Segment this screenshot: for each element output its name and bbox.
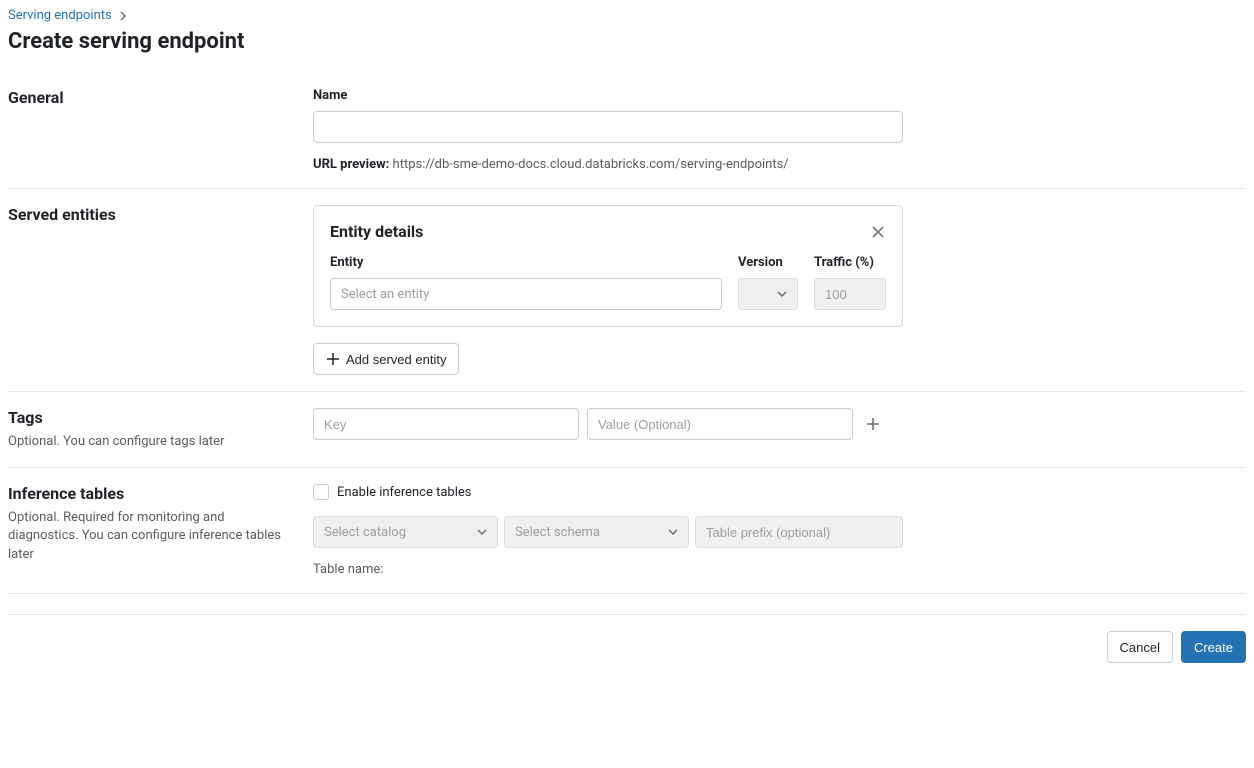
page-title: Create serving endpoint — [8, 29, 1246, 54]
close-entity-button[interactable] — [870, 224, 886, 240]
table-name-label: Table name: — [313, 562, 903, 577]
section-tags: Tags Optional. You can configure tags la… — [8, 392, 1246, 468]
section-heading-inference: Inference tables — [8, 484, 289, 503]
entity-label: Entity — [330, 255, 722, 270]
traffic-input — [814, 278, 886, 310]
section-heading-served-entities: Served entities — [8, 205, 289, 224]
breadcrumb: Serving endpoints — [8, 8, 1246, 23]
create-button[interactable]: Create — [1181, 631, 1246, 663]
traffic-label: Traffic (%) — [814, 255, 886, 270]
inference-subtext: Optional. Required for monitoring and di… — [8, 509, 289, 564]
section-heading-tags: Tags — [8, 408, 289, 427]
add-served-entity-label: Add served entity — [346, 352, 446, 367]
chevron-down-icon — [668, 527, 678, 537]
add-tag-button[interactable] — [861, 412, 885, 436]
chevron-down-icon — [477, 527, 487, 537]
enable-inference-checkbox[interactable] — [313, 484, 329, 500]
tag-value-input[interactable] — [587, 408, 853, 440]
entity-details-card: Entity details Entity Select an entity V… — [313, 205, 903, 327]
breadcrumb-parent-link[interactable]: Serving endpoints — [8, 8, 112, 23]
enable-inference-label: Enable inference tables — [337, 485, 472, 500]
version-label: Version — [738, 255, 798, 270]
url-preview-value: https://db-sme-demo-docs.cloud.databrick… — [393, 157, 789, 172]
entity-select-placeholder: Select an entity — [341, 287, 429, 302]
cancel-button[interactable]: Cancel — [1107, 631, 1173, 663]
chevron-down-icon — [777, 289, 787, 299]
section-general: General Name URL preview: https://db-sme… — [8, 72, 1246, 189]
tags-subtext: Optional. You can configure tags later — [8, 433, 289, 451]
tag-key-input[interactable] — [313, 408, 579, 440]
create-button-label: Create — [1194, 640, 1233, 655]
name-label: Name — [313, 88, 903, 103]
version-select[interactable] — [738, 278, 798, 310]
schema-select-placeholder: Select schema — [515, 525, 600, 540]
entity-select[interactable]: Select an entity — [330, 278, 722, 310]
table-prefix-input — [695, 516, 903, 548]
plus-icon — [326, 352, 340, 366]
schema-select[interactable]: Select schema — [504, 516, 689, 548]
catalog-select-placeholder: Select catalog — [324, 525, 406, 540]
url-preview-label: URL preview: — [313, 157, 389, 172]
catalog-select[interactable]: Select catalog — [313, 516, 498, 548]
add-served-entity-button[interactable]: Add served entity — [313, 343, 459, 375]
chevron-right-icon — [118, 11, 128, 21]
section-served-entities: Served entities Entity details Entity Se… — [8, 189, 1246, 392]
entity-card-title: Entity details — [330, 222, 423, 241]
close-icon — [870, 224, 886, 240]
plus-icon — [866, 417, 880, 431]
footer: Cancel Create — [8, 614, 1246, 663]
section-heading-general: General — [8, 88, 289, 107]
section-inference: Inference tables Optional. Required for … — [8, 468, 1246, 594]
cancel-button-label: Cancel — [1120, 640, 1160, 655]
name-input[interactable] — [313, 111, 903, 143]
